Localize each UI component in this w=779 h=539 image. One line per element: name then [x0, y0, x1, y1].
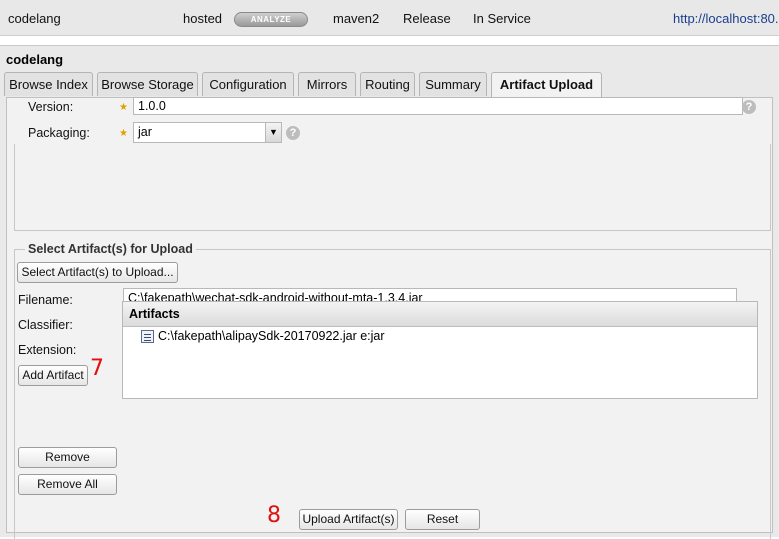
remove-all-button[interactable]: Remove All [18, 474, 117, 495]
extension-label: Extension: [18, 343, 77, 357]
analyze-button[interactable]: ANALYZE [234, 12, 308, 27]
repository-panel: codelang Browse Index Browse Storage Con… [0, 45, 779, 539]
repo-type: hosted [183, 11, 223, 26]
artifacts-header: Artifacts [123, 302, 757, 327]
spacer [0, 36, 779, 45]
annotation-8: 8 [267, 503, 281, 528]
artifacts-grid: Artifacts C:\fakepath\alipaySdk-20170922… [122, 301, 758, 399]
tab-artifact-upload[interactable]: Artifact Upload [491, 72, 602, 97]
packaging-value: jar [138, 125, 152, 139]
repo-format: maven2 [333, 11, 380, 26]
repository-row[interactable]: codelang hosted ANALYZE maven2 Release I… [0, 0, 779, 36]
tab-browse-index[interactable]: Browse Index [4, 72, 93, 96]
tab-routing[interactable]: Routing [360, 72, 415, 96]
tab-browse-storage[interactable]: Browse Storage [97, 72, 198, 96]
chevron-down-icon[interactable]: ▼ [265, 123, 281, 142]
file-list-icon [141, 330, 154, 343]
classifier-label: Classifier: [18, 318, 73, 332]
required-star-icon: ★ [119, 102, 128, 113]
list-item[interactable]: C:\fakepath\alipaySdk-20170922.jar e:jar [123, 329, 757, 347]
gav-fieldset [14, 144, 771, 231]
add-artifact-button[interactable]: Add Artifact [18, 365, 88, 386]
annotation-7: 7 [90, 356, 104, 381]
packaging-select[interactable]: jar ▼ [133, 122, 282, 143]
required-star-icon: ★ [119, 128, 128, 139]
select-artifacts-button[interactable]: Select Artifact(s) to Upload... [17, 262, 178, 283]
panel-title: codelang [6, 52, 64, 67]
tab-configuration[interactable]: Configuration [202, 72, 294, 96]
repo-name: codelang [8, 11, 61, 26]
repo-policy: Release [403, 11, 451, 26]
help-icon[interactable]: ? [286, 126, 300, 140]
upload-legend: Select Artifact(s) for Upload [25, 242, 196, 256]
help-icon[interactable]: ? [742, 100, 756, 114]
packaging-label: Packaging: [28, 126, 90, 140]
filename-label: Filename: [18, 293, 73, 307]
tab-mirrors[interactable]: Mirrors [298, 72, 356, 96]
tab-summary[interactable]: Summary [419, 72, 487, 96]
version-label: Version: [28, 100, 74, 114]
upload-artifacts-button[interactable]: Upload Artifact(s) [299, 509, 398, 530]
artifact-label: C:\fakepath\alipaySdk-20170922.jar e:jar [158, 329, 385, 343]
version-field[interactable]: 1.0.0 [133, 97, 743, 115]
remove-button[interactable]: Remove [18, 447, 117, 468]
repo-status: In Service [473, 11, 531, 26]
reset-button[interactable]: Reset [405, 509, 480, 530]
repo-url-link[interactable]: http://localhost:80... [673, 11, 779, 26]
